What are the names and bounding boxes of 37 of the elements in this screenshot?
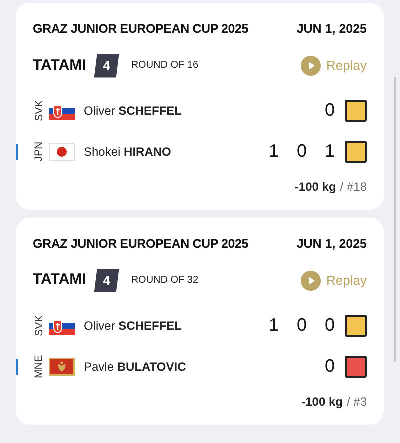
match-date: JUN 1, 2025 — [296, 21, 367, 38]
play-icon — [300, 270, 321, 290]
weight-category: -100 kg — [294, 178, 336, 196]
country-code: SVK — [32, 100, 46, 122]
country-code: MNE — [32, 354, 46, 378]
score-value: 1 — [268, 140, 279, 164]
athlete-name: Oliver SCHEFFEL — [84, 102, 182, 120]
tatami-number-badge: 4 — [94, 54, 120, 78]
event-title: GRAZ JUNIOR EUROPEAN CUP 2025 — [33, 236, 249, 253]
flag-icon — [49, 142, 75, 161]
country-code: SVK — [32, 315, 46, 336]
tatami-number-badge: 4 — [94, 268, 120, 292]
replay-button[interactable]: Replay — [300, 56, 367, 76]
score-value: 1 — [268, 314, 279, 337]
round-label: ROUND OF 16 — [131, 59, 199, 74]
score-value: 0 — [324, 314, 335, 337]
event-title: GRAZ JUNIOR EUROPEAN CUP 2025 — [33, 21, 249, 38]
score-value: 0 — [296, 314, 307, 337]
athlete-name: Pavle BULATOVIC — [84, 358, 186, 376]
weight-category: -100 kg — [302, 394, 343, 410]
bracket-number: / #3 — [346, 394, 367, 410]
scrollbar[interactable] — [394, 77, 396, 362]
score-value: 0 — [324, 99, 335, 122]
athlete-name: Shokei HIRANO — [84, 144, 172, 161]
score-value: 1 — [324, 140, 335, 164]
score-value: 0 — [296, 140, 307, 164]
round-label: ROUND OF 32 — [131, 274, 199, 288]
tatami-label: TATAMI — [33, 270, 86, 290]
athlete-name: Oliver SCHEFFEL — [84, 318, 182, 334]
replay-button[interactable]: Replay — [300, 270, 367, 290]
country-code: JPN — [32, 142, 46, 162]
score-value: 0 — [324, 355, 335, 378]
match-date: JUN 1, 2025 — [296, 236, 367, 253]
bracket-number: / #18 — [340, 178, 367, 196]
play-icon — [300, 56, 321, 76]
flag-icon — [49, 358, 75, 376]
tatami-label: TATAMI — [33, 56, 86, 76]
